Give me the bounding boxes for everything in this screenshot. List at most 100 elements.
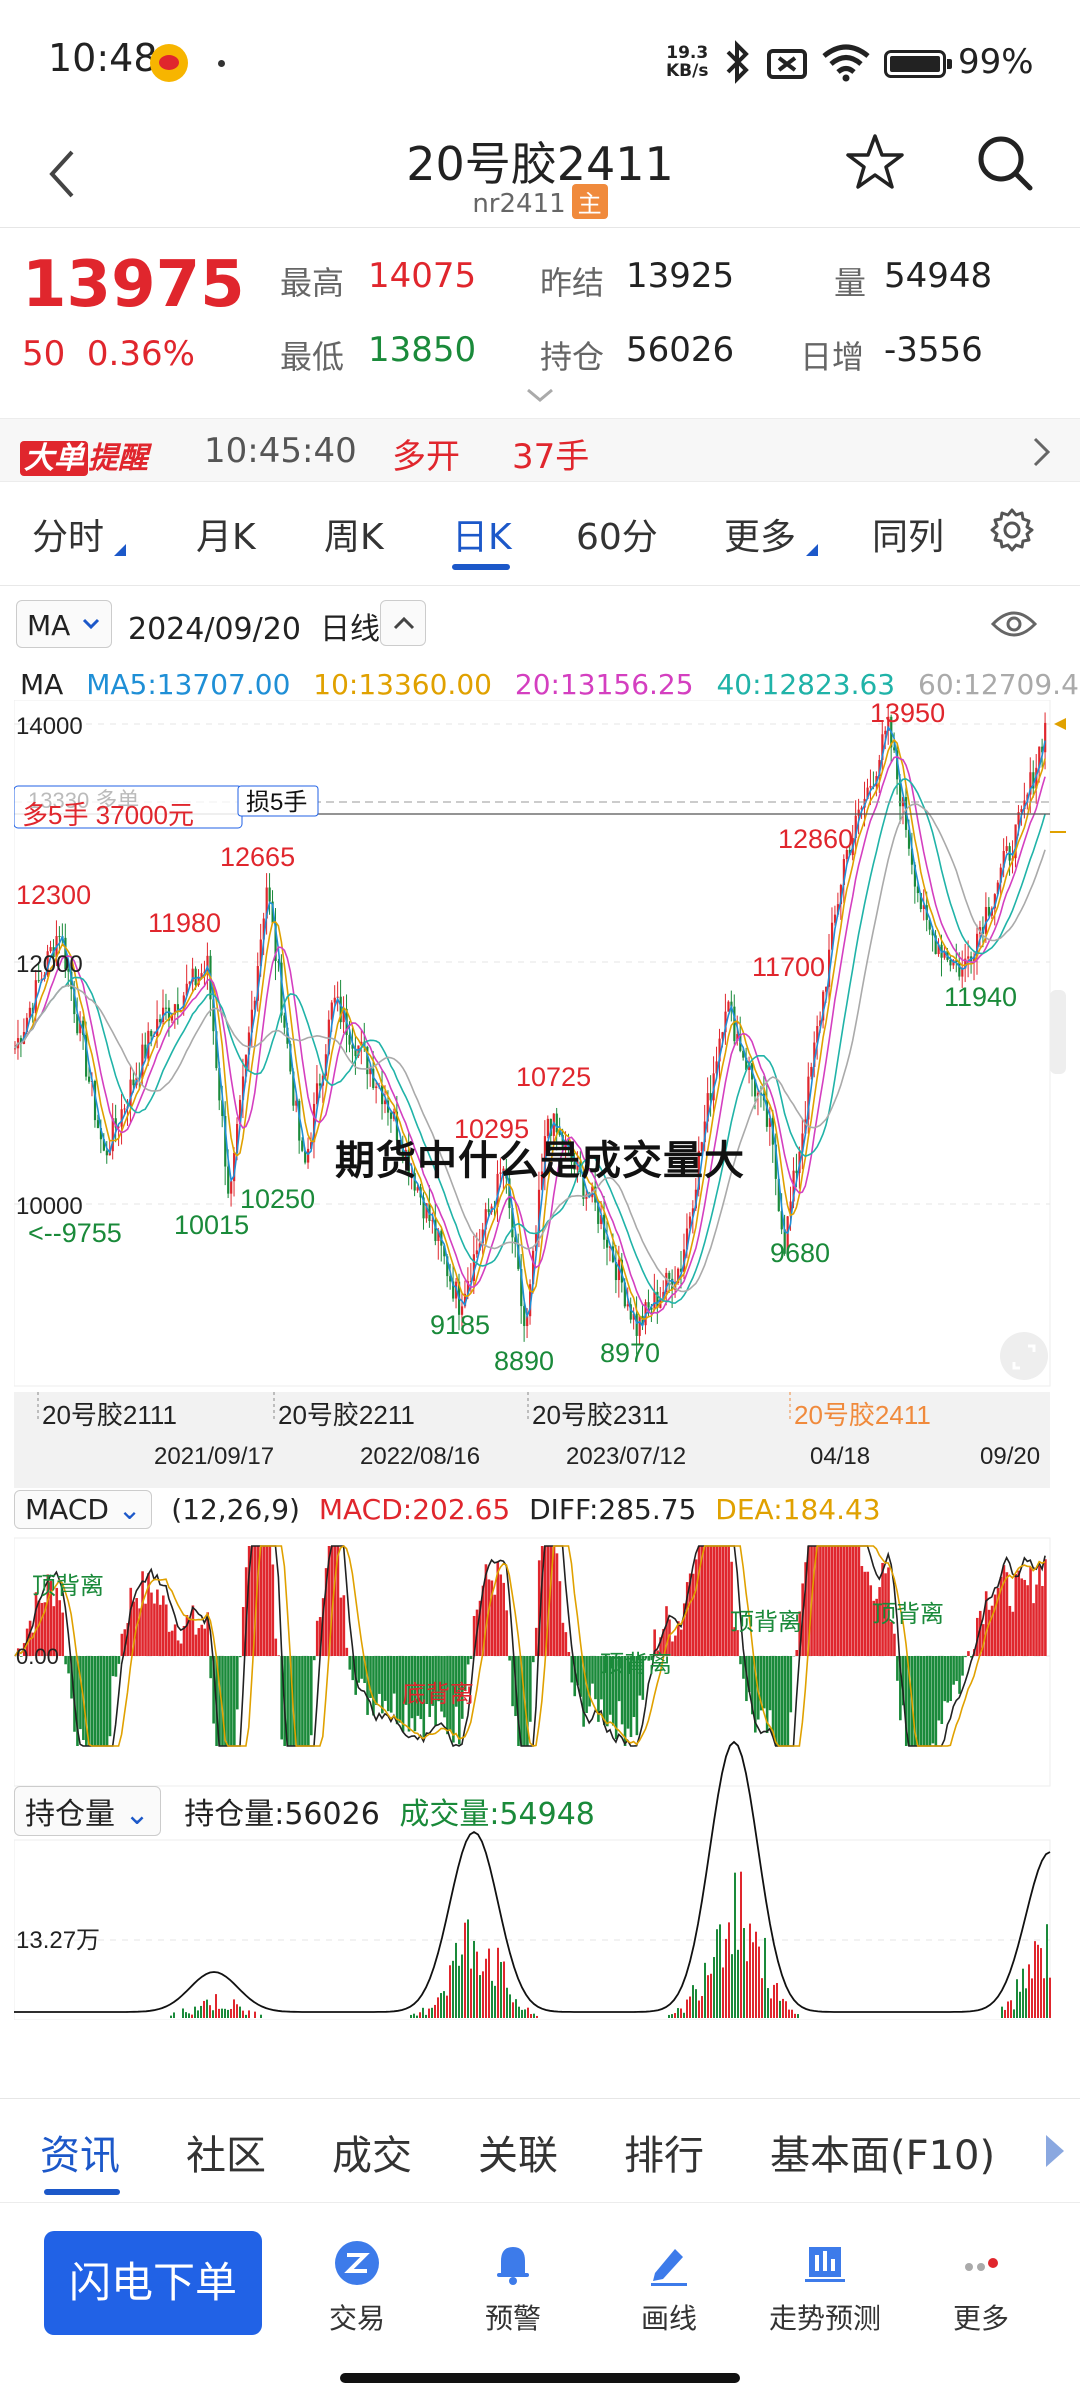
- volume-bar: [725, 1938, 727, 2018]
- gear-icon[interactable]: [988, 506, 1036, 554]
- nav-draw[interactable]: 画线: [594, 2239, 744, 2337]
- volume-bar: [698, 2000, 700, 2018]
- expand-chevron-icon[interactable]: [524, 386, 556, 406]
- divergence-label: 底背离: [402, 1681, 474, 1708]
- macd-bar: [241, 1607, 245, 1656]
- macd-bar: [67, 1656, 70, 1674]
- chevron-right-icon[interactable]: [1030, 435, 1054, 469]
- oi-indicator-select[interactable]: 持仓量 ⌄: [14, 1786, 161, 1836]
- macd-bar: [173, 1624, 177, 1656]
- macd-bar: [709, 1546, 713, 1656]
- volume-bar: [773, 1984, 775, 2018]
- tab-trades[interactable]: 成交: [332, 2123, 412, 2181]
- volume-bar: [248, 2010, 250, 2018]
- candle-body: [156, 1019, 159, 1037]
- nav-alert[interactable]: 预警: [438, 2239, 588, 2337]
- search-icon[interactable]: [972, 130, 1038, 196]
- volume-bar: [440, 1993, 442, 2018]
- tab-community[interactable]: 社区: [186, 2123, 266, 2181]
- nav-more[interactable]: 更多: [906, 2239, 1056, 2337]
- flash-order-button[interactable]: 闪电下单: [44, 2231, 262, 2335]
- macd-bar: [268, 1546, 272, 1656]
- ma5-value: MA5:13707.00: [86, 668, 291, 701]
- macd-bar: [866, 1571, 870, 1656]
- dea-value: DEA:184.43: [715, 1493, 881, 1526]
- tab-daily[interactable]: 日K: [452, 508, 512, 560]
- macd-bar: [120, 1633, 124, 1656]
- big-order-alert[interactable]: 大单 提醒 10:45:40 多开 37手: [0, 418, 1080, 482]
- divergence-label: 顶背离: [600, 1651, 672, 1678]
- star-icon[interactable]: [842, 130, 908, 196]
- volume-bar: [524, 2009, 526, 2018]
- volume-bar: [209, 2005, 211, 2018]
- volume-bar: [419, 2012, 421, 2018]
- more-tabs-arrow-icon[interactable]: [1046, 2135, 1064, 2167]
- volume-bar: [713, 1957, 715, 2018]
- macd-bar: [162, 1595, 165, 1656]
- macd-bar: [372, 1656, 375, 1716]
- volume-bar: [749, 1923, 751, 2018]
- tab-news[interactable]: 资讯: [40, 2123, 120, 2181]
- volume-bar: [719, 1924, 721, 2018]
- macd-bar: [508, 1656, 511, 1661]
- macd-bar: [674, 1635, 677, 1656]
- tab-ranking[interactable]: 排行: [624, 2123, 704, 2181]
- volume-bar: [191, 2014, 193, 2018]
- volume-bar: [692, 1985, 694, 2018]
- candle-body: [96, 1120, 100, 1129]
- macd-bar: [564, 1632, 568, 1656]
- volume-bar: [1010, 2000, 1012, 2018]
- macd-bar: [238, 1656, 242, 1658]
- y-tick-label: 10000: [16, 1193, 83, 1220]
- price-annotation: 11940: [944, 982, 1017, 1012]
- open-interest-label: 持仓: [540, 338, 605, 376]
- side-drawer-handle[interactable]: [1050, 990, 1066, 1074]
- macd-bar: [967, 1651, 970, 1656]
- nav-trend-forecast[interactable]: 走势预测: [750, 2239, 900, 2337]
- tab-same-column[interactable]: 同列: [872, 508, 944, 560]
- macd-bar: [851, 1546, 855, 1656]
- tab-intraday[interactable]: 分时: [32, 508, 104, 560]
- macd-bar: [108, 1656, 112, 1737]
- collapse-button[interactable]: [380, 600, 426, 646]
- tab-60min[interactable]: 60分: [576, 508, 658, 560]
- candle-body: [150, 1030, 153, 1037]
- macd-bar: [825, 1546, 828, 1656]
- macd-bar: [833, 1546, 837, 1656]
- volume-bar: [215, 1994, 217, 2018]
- tab-more[interactable]: 更多: [724, 508, 796, 560]
- volume-bar: [689, 1996, 691, 2018]
- macd-bar: [1020, 1578, 1023, 1656]
- nav-trade[interactable]: 交易: [282, 2239, 432, 2337]
- tab-fundamentals[interactable]: 基本面(F10): [770, 2123, 995, 2181]
- macd-bar: [680, 1629, 683, 1656]
- macd-bar: [304, 1656, 307, 1746]
- macd-value: MACD:202.65: [318, 1493, 511, 1526]
- ma40-line: [14, 778, 1046, 1304]
- prev-settle-value: 13925: [626, 256, 735, 296]
- volume-bar: [1013, 2009, 1015, 2018]
- macd-bar: [392, 1656, 396, 1694]
- tab-related[interactable]: 关联: [478, 2123, 558, 2181]
- tab-monthly[interactable]: 月K: [196, 508, 256, 560]
- indicator-select[interactable]: MA: [16, 600, 112, 648]
- volume-bar: [755, 1931, 757, 2018]
- volume-bar: [764, 1937, 766, 2018]
- candle-body: [638, 1315, 641, 1336]
- macd-bar: [102, 1656, 106, 1746]
- contract-label: 20号胶2211: [278, 1400, 415, 1430]
- macd-indicator-select[interactable]: MACD ⌄: [14, 1490, 153, 1529]
- macd-bar: [789, 1656, 793, 1713]
- alert-action: 多开: [392, 437, 460, 477]
- tab-weekly[interactable]: 周K: [324, 508, 384, 560]
- contract-label: 20号胶2111: [42, 1400, 177, 1430]
- macd-bar: [691, 1573, 695, 1656]
- volume-bar: [416, 2015, 418, 2018]
- macd-bar: [141, 1571, 144, 1656]
- volume-bar: [536, 2015, 538, 2018]
- eye-icon[interactable]: [990, 606, 1038, 642]
- fullscreen-icon[interactable]: [1000, 1332, 1048, 1380]
- high-value: 14075: [368, 256, 477, 296]
- info-tabs: 资讯 社区 成交 关联 排行 基本面(F10): [0, 2098, 1080, 2202]
- y-tick-label: 14000: [16, 713, 83, 740]
